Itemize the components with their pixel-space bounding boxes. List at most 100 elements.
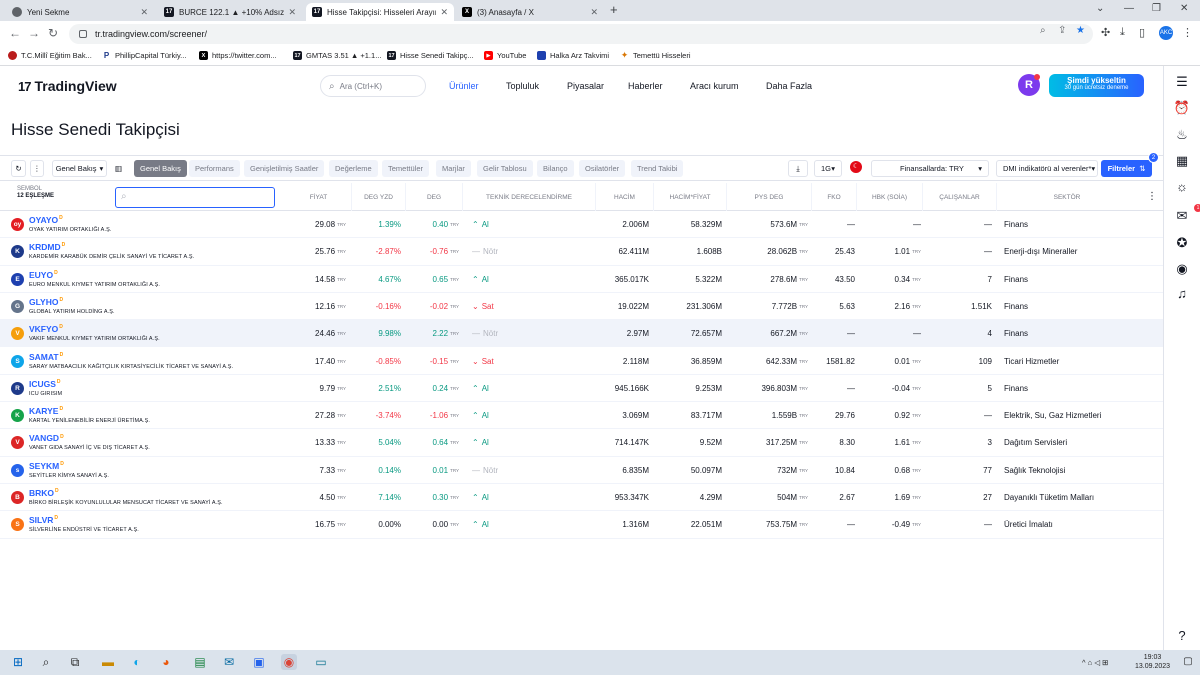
col-volume[interactable]: HACİM	[596, 183, 654, 211]
mail-icon[interactable]: ✉	[221, 654, 237, 670]
browser-tab[interactable]: 17 BURCE 122.1 ▲ +10% Adsız ✕	[158, 3, 302, 21]
search-icon[interactable]: ⌕	[38, 654, 54, 670]
sector-cell[interactable]: Üretici İmalatı	[1004, 511, 1053, 538]
export-button[interactable]: ⤓	[788, 160, 808, 177]
table-row[interactable]: S SILVRD SİLVERLİNE ENDÜSTRİ VE TİCARET A.…	[0, 511, 1163, 539]
sector-cell[interactable]: Enerji-dışı Mineraller	[1004, 238, 1077, 265]
table-row[interactable]: S SAMATD SARAY MATBAACILIK KAĞITÇILIK KIRT…	[0, 348, 1163, 375]
tab-overview[interactable]: Genel Bakış	[134, 160, 187, 177]
ticker-link[interactable]: VANGDD	[29, 433, 64, 443]
table-row[interactable]: E EUYOD EURO MENKUL KIYMET YATIRIM ORTAKLI…	[0, 266, 1163, 293]
interval-select[interactable]: 1G ▾	[814, 160, 842, 177]
share-icon[interactable]: ⇪	[1058, 25, 1066, 36]
tab-trend-following[interactable]: Trend Takibi	[631, 160, 684, 177]
bookmark[interactable]: ▶ YouTube	[484, 51, 526, 60]
table-row[interactable]: G GLYHOD GLOBAL YATIRIM HOLDİNG A.Ş. 12.16 T…	[0, 293, 1163, 321]
close-icon[interactable]: ✕	[440, 7, 448, 18]
minimize-icon[interactable]: —	[1124, 3, 1134, 14]
window-close-icon[interactable]: ✕	[1180, 3, 1188, 14]
table-row[interactable]: B BRKOD BİRKO BİRLEŞİK KOYUNLULULAR MENSUC…	[0, 484, 1163, 512]
app-icon[interactable]: ▭	[313, 654, 329, 670]
firefox-icon[interactable]: ◕	[158, 654, 174, 670]
table-row[interactable]: oy OYAYOD OYAK YATIRIM ORTAKLIĞI A.Ş. 29.08…	[0, 211, 1163, 239]
sector-cell[interactable]: Finans	[1004, 293, 1028, 320]
col-change-pct[interactable]: DEG YZD	[352, 183, 406, 211]
tab-performance[interactable]: Performans	[189, 160, 240, 177]
ticker-link[interactable]: EUYOD	[29, 270, 58, 280]
zoom-icon[interactable]: ⌕	[1040, 25, 1046, 36]
bookmark[interactable]: ✦ Temettü Hisseleri	[620, 50, 691, 60]
chevron-down-icon[interactable]: ⌄	[1096, 3, 1104, 14]
view-select[interactable]: Genel Bakış ▾	[52, 160, 107, 177]
screen-select[interactable]: DMI indikatörü al verenler* ▾	[996, 160, 1098, 177]
url-field[interactable]: tr.tradingview.com/screener/	[69, 24, 1093, 44]
sector-cell[interactable]: Dayanıklı Tüketim Malları	[1004, 484, 1094, 511]
system-tray[interactable]: ^ ⌂ ◁ ⊞	[1082, 658, 1108, 667]
close-icon[interactable]: ✕	[590, 7, 598, 18]
ticker-link[interactable]: OYAYOD	[29, 215, 63, 225]
browser-tab[interactable]: X (3) Anasayfa / X ✕	[456, 3, 604, 21]
table-row[interactable]: s SEYKMD SEYİTLER KİMYA SANAYİ A.Ş. 7.33 TRY…	[0, 457, 1163, 484]
ticker-link[interactable]: ICUGSD	[29, 379, 61, 389]
tab-income-statement[interactable]: Gelir Tablosu	[477, 160, 533, 177]
bookmark[interactable]: T.C.Millî Eğitim Bak...	[8, 51, 92, 60]
col-employees[interactable]: ÇALIŞANLAR	[923, 183, 997, 211]
ticker-link[interactable]: SAMATD	[29, 352, 63, 362]
turkey-flag-icon[interactable]: ☾	[850, 161, 862, 173]
column-menu-icon[interactable]: ⋮	[1147, 191, 1157, 202]
col-eps[interactable]: HBK (SOİA)	[857, 183, 923, 211]
filters-button[interactable]: Filtreler ⇅	[1101, 160, 1152, 177]
nav-brokers[interactable]: Aracı kurum	[690, 81, 739, 91]
col-sector[interactable]: SEKTÖR	[997, 183, 1137, 211]
col-technical-rating[interactable]: TEKNİK DERECELENDİRME	[463, 183, 596, 211]
sector-cell[interactable]: Finans	[1004, 266, 1028, 293]
refresh-button[interactable]: ↻	[11, 160, 26, 177]
tab-margins[interactable]: Marjlar	[436, 160, 471, 177]
tab-balance-sheet[interactable]: Bilanço	[537, 160, 574, 177]
sector-cell[interactable]: Finans	[1004, 320, 1028, 347]
store-icon[interactable]: ▣	[251, 654, 267, 670]
nav-more[interactable]: Daha Fazla	[766, 81, 812, 91]
profile-avatar[interactable]: AKC	[1159, 26, 1173, 40]
upgrade-button[interactable]: Şimdi yükseltin 30 gün ücretsiz deneme	[1049, 74, 1144, 97]
restore-icon[interactable]: ❐	[1152, 3, 1161, 14]
download-icon[interactable]: ⤓	[1120, 26, 1125, 39]
tradingview-logo[interactable]: 17 TradingView	[18, 78, 117, 94]
close-icon[interactable]: ✕	[288, 7, 296, 18]
table-row[interactable]: R ICUGSD ICU GIRISIM 9.79 TRY 2.51% 0.24 TRY ⌃ Al…	[0, 375, 1163, 403]
ticker-link[interactable]: KRDMDD	[29, 242, 65, 252]
sector-cell[interactable]: Finans	[1004, 211, 1028, 238]
ticker-link[interactable]: SEYKMD	[29, 461, 64, 471]
col-change[interactable]: DEG	[406, 183, 463, 211]
table-row[interactable]: V VANGDD VANET GIDA SANAYİ İÇ VE DIŞ TİCAR…	[0, 429, 1163, 457]
sector-cell[interactable]: Dağıtım Servisleri	[1004, 429, 1067, 456]
table-row[interactable]: K KARYED KARTAL YENİLENEBİLİR ENERJİ ÜRETİ…	[0, 402, 1163, 430]
table-row[interactable]: V VKFYOD VAKIF MENKUL KIYMET YATIRIM ORTAK…	[0, 320, 1163, 348]
back-icon[interactable]: ←	[9, 26, 21, 40]
currency-select[interactable]: Finansallarda: TRY ▾	[871, 160, 989, 177]
help-icon[interactable]: ?	[1173, 627, 1191, 645]
sidepanel-icon[interactable]: ▯	[1139, 26, 1145, 39]
sector-cell[interactable]: Ticari Hizmetler	[1004, 348, 1059, 375]
ticker-link[interactable]: BRKOD	[29, 488, 59, 498]
bookmark[interactable]: Xhttps://twitter.com...	[199, 51, 277, 60]
grid-view-button[interactable]: ▥	[111, 160, 126, 177]
bookmark[interactable]: 17 Hisse Senedi Takipç...	[387, 51, 474, 60]
col-pe[interactable]: FKO	[812, 183, 857, 211]
search-button[interactable]: ⌕ Ara (Ctrl+K)	[320, 75, 426, 97]
calendar-icon[interactable]: ▦	[1173, 152, 1191, 170]
ticker-link[interactable]: VKFYOD	[29, 324, 63, 334]
new-tab-icon[interactable]: +	[610, 2, 618, 17]
bookmark[interactable]: 17 GMTAS 3.51 ▲ +1.1...	[293, 51, 381, 60]
whatsapp-icon[interactable]: ▤	[192, 654, 208, 670]
ticker-link[interactable]: KARYED	[29, 406, 63, 416]
chrome-icon[interactable]: ◉	[281, 654, 297, 670]
watchlist-icon[interactable]: ☰	[1173, 73, 1191, 91]
file-explorer-icon[interactable]: ▬	[100, 654, 116, 670]
bookmark[interactable]: Halka Arz Takvimi	[537, 51, 609, 60]
windows-start-icon[interactable]: ⊞	[10, 654, 26, 670]
table-search-input[interactable]: ⌕	[115, 187, 275, 208]
clock[interactable]: 19:03 13.09.2023	[1135, 653, 1170, 671]
tab-oscillators[interactable]: Osilatörler	[579, 160, 626, 177]
tab-valuation[interactable]: Değerleme	[329, 160, 378, 177]
